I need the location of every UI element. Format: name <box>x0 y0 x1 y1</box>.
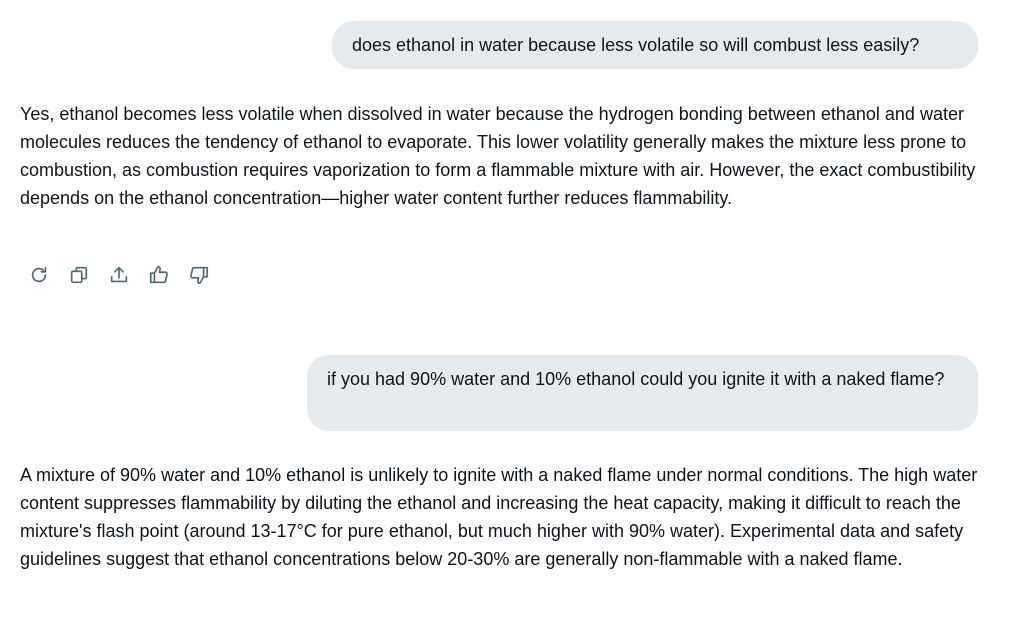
message-action-bar <box>27 262 227 288</box>
assistant-message-1: Yes, ethanol becomes less volatile when … <box>20 104 976 208</box>
regenerate-button[interactable] <box>27 262 51 288</box>
user-message-1: does ethanol in water because less volat… <box>332 21 978 69</box>
thumbs-down-button[interactable] <box>187 262 211 288</box>
user-message-2: if you had 90% water and 10% ethanol cou… <box>307 355 978 431</box>
thumbs-down-icon <box>190 266 209 285</box>
copy-button[interactable] <box>67 262 91 288</box>
share-icon <box>110 266 128 283</box>
user-message-text: if you had 90% water and 10% ethanol cou… <box>327 369 945 389</box>
thumbs-up-button[interactable] <box>147 262 171 288</box>
user-message-text: does ethanol in water because less volat… <box>352 35 920 55</box>
thumbs-up-icon <box>149 265 168 284</box>
copy-icon <box>70 266 88 284</box>
assistant-message-2: A mixture of 90% water and 10% ethanol i… <box>20 465 978 569</box>
share-button[interactable] <box>107 262 131 288</box>
regenerate-icon <box>31 266 47 283</box>
